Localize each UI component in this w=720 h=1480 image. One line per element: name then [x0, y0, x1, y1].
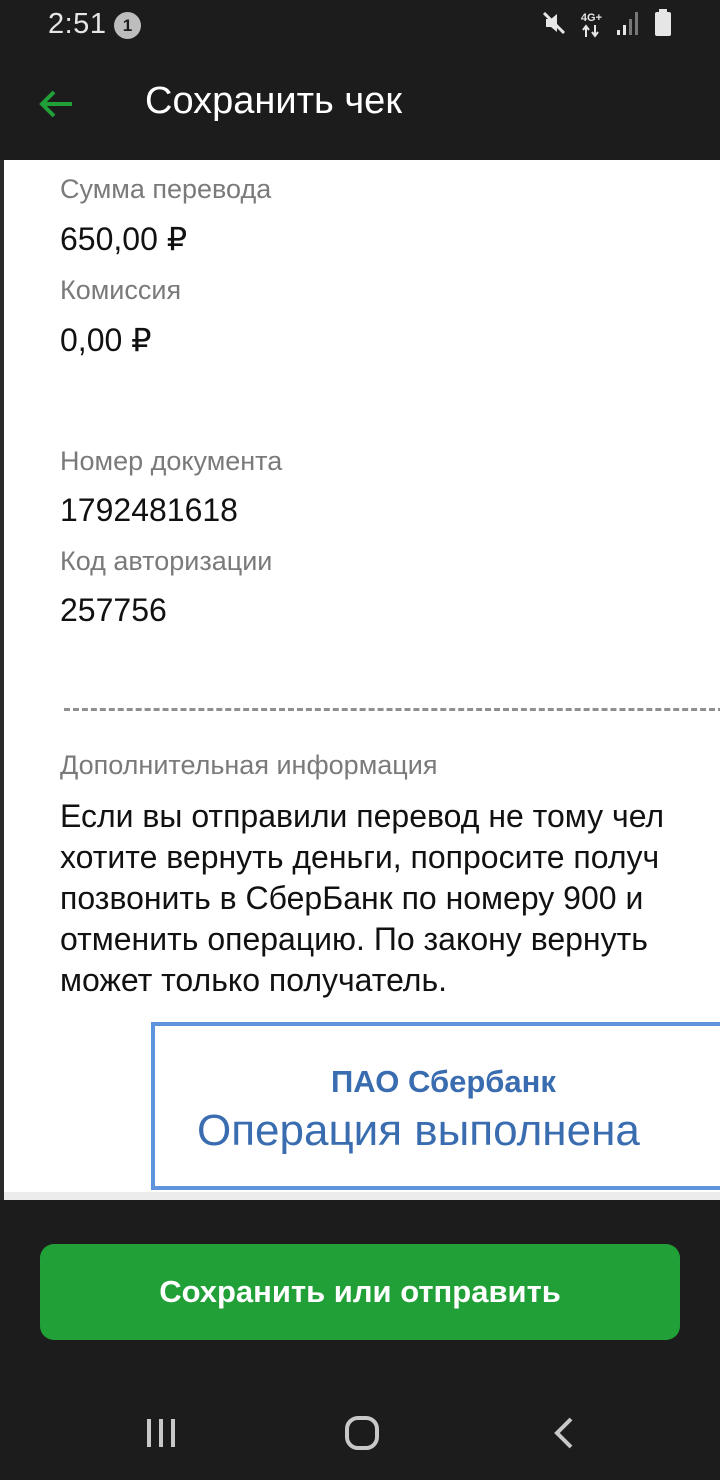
amount-label: Сумма перевода [60, 174, 272, 204]
amount-value: 650,00 ₽ [60, 221, 188, 257]
stamp-status: Операция выполнена [197, 1106, 640, 1155]
commission-value: 0,00 ₽ [60, 322, 152, 358]
system-nav-bar [0, 1390, 720, 1480]
page-title: Сохранить чек [145, 80, 402, 122]
receipt-edge [0, 160, 4, 1200]
status-bar: 2:51 1 4G+ [0, 0, 720, 50]
receipt-preview[interactable]: Сумма перевода 650,00 ₽ Комиссия 0,00 ₽ … [0, 160, 720, 1200]
status-icons: 4G+ [541, 8, 672, 42]
back-icon [549, 1416, 579, 1455]
additional-info-label: Дополнительная информация [60, 750, 438, 780]
arrow-left-icon [36, 84, 76, 129]
save-or-send-button[interactable]: Сохранить или отправить [40, 1244, 680, 1340]
document-number-label: Номер документа [60, 446, 283, 476]
auth-code-label: Код авторизации [60, 546, 273, 576]
document-number-value: 1792481618 [60, 492, 238, 528]
mute-icon [541, 10, 567, 41]
bank-stamp: ПАО Сбербанк Операция выполнена [151, 1022, 720, 1190]
battery-icon [654, 8, 672, 42]
additional-info-text: Если вы отправили перевод не тому чел хо… [60, 798, 665, 998]
recent-apps-button[interactable] [131, 1412, 191, 1458]
app-bar: Сохранить чек [0, 50, 720, 160]
commission-label: Комиссия [60, 275, 182, 305]
status-time: 2:51 [48, 8, 107, 40]
home-button[interactable] [332, 1412, 392, 1458]
network-label: 4G+ [580, 11, 602, 24]
stamp-bank-name: ПАО Сбербанк [331, 1064, 556, 1099]
signal-icon [616, 10, 640, 41]
network-4g-icon: 4G+ [580, 11, 602, 38]
recent-apps-icon [144, 1416, 178, 1455]
system-back-button[interactable] [534, 1412, 594, 1458]
back-button[interactable] [30, 80, 82, 132]
auth-code-value: 257756 [60, 592, 167, 628]
home-icon [344, 1415, 380, 1456]
dashed-divider [64, 708, 720, 711]
notification-count-badge: 1 [114, 12, 141, 39]
receipt-bottom-strip [0, 1192, 720, 1200]
